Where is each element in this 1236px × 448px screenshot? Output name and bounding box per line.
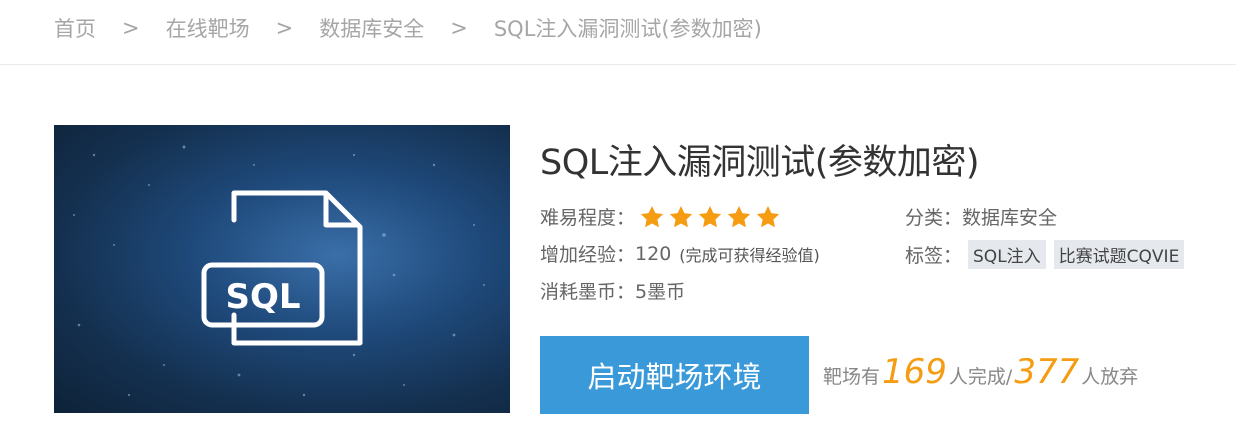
difficulty-row: 难易程度： xyxy=(540,203,781,230)
header-divider xyxy=(0,64,1236,65)
category-value: 数据库安全 xyxy=(962,207,1058,229)
experience-row: 增加经验： 120 (完成可获得经验值) xyxy=(540,240,820,267)
star-icon xyxy=(698,205,722,227)
star-icon xyxy=(727,205,751,227)
cost-row: 消耗墨币： 5墨币 xyxy=(540,277,685,304)
breadcrumb-current: SQL注入漏洞测试(参数加密) xyxy=(493,17,762,41)
difficulty-label: 难易程度： xyxy=(540,207,636,229)
completion-stats: 靶场有 169 人完成/ 377 人放弃 xyxy=(823,352,1138,392)
breadcrumb-separator: > xyxy=(450,16,468,40)
experience-label: 增加经验： xyxy=(540,244,636,266)
challenge-title: SQL注入漏洞测试(参数加密) xyxy=(540,143,980,183)
star-icon xyxy=(669,205,693,227)
abandoned-count: 377 xyxy=(1014,352,1080,392)
stats-prefix: 靶场有 xyxy=(823,366,881,388)
tags-row: 标签： SQL注入 比赛试题CQVIE xyxy=(905,240,1192,269)
completed-suffix: 人完成/ xyxy=(948,366,1013,388)
star-icon xyxy=(640,205,664,227)
category-row: 分类： 数据库安全 xyxy=(905,203,1057,230)
breadcrumb-category[interactable]: 数据库安全 xyxy=(319,13,424,43)
experience-note: (完成可获得经验值) xyxy=(679,245,820,265)
completed-count: 169 xyxy=(882,352,947,392)
cost-label: 消耗墨币： xyxy=(540,281,636,303)
cost-value: 5墨币 xyxy=(635,281,686,303)
tags-label: 标签： xyxy=(905,245,963,267)
difficulty-stars xyxy=(639,204,781,230)
star-icon xyxy=(756,205,780,227)
breadcrumb: 首页 > 在线靶场 > 数据库安全 > SQL注入漏洞测试(参数加密) xyxy=(54,0,762,56)
experience-value: 120 xyxy=(635,242,672,265)
breadcrumb-home[interactable]: 首页 xyxy=(54,13,96,43)
breadcrumb-separator: > xyxy=(122,16,140,40)
abandoned-suffix: 人放弃 xyxy=(1081,366,1139,388)
challenge-cover-image: SQL xyxy=(54,125,510,413)
breadcrumb-separator: > xyxy=(275,16,294,40)
tag-competition[interactable]: 比赛试题CQVIE xyxy=(1053,240,1185,269)
breadcrumb-range[interactable]: 在线靶场 xyxy=(166,13,250,43)
sql-file-icon: SQL xyxy=(73,145,485,397)
tag-sql-injection[interactable]: SQL注入 xyxy=(968,240,1046,269)
category-label: 分类： xyxy=(905,207,963,229)
svg-text:SQL: SQL xyxy=(225,277,300,317)
start-range-button[interactable]: 启动靶场环境 xyxy=(540,336,809,414)
